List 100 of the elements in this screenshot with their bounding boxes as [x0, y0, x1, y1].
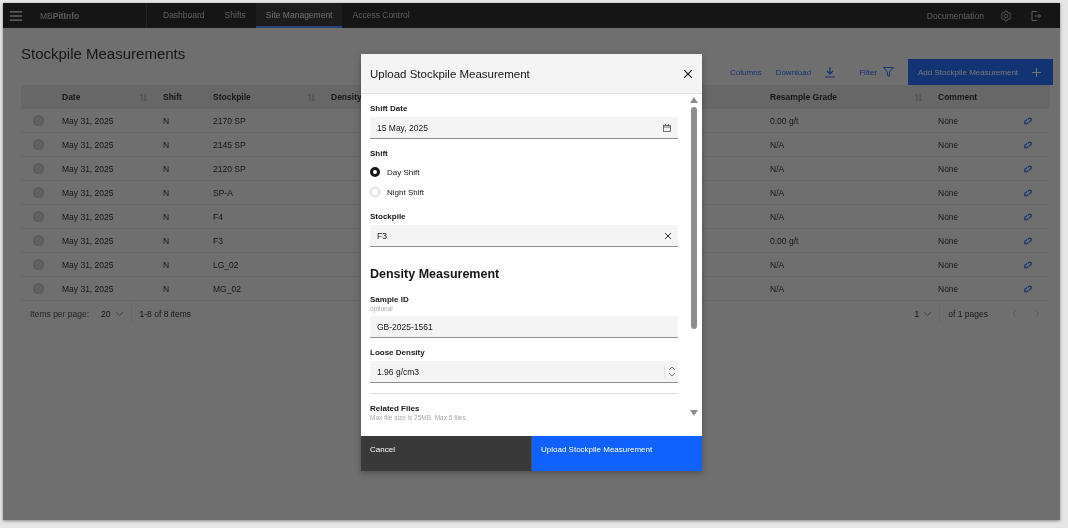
download-icon[interactable]: [825, 66, 836, 78]
close-icon[interactable]: [684, 69, 692, 78]
sort-icon[interactable]: [915, 93, 922, 101]
table-cell: N/A: [770, 139, 785, 150]
row-checkbox[interactable]: [32, 115, 44, 126]
loose-density-input[interactable]: 1.96 g/cm3: [370, 361, 678, 383]
table-cell: N: [163, 115, 170, 126]
sample-id-input[interactable]: GB-2025-1561: [370, 316, 678, 338]
table-cell: N: [163, 259, 170, 270]
link-icon[interactable]: [1022, 283, 1033, 294]
documentation-link[interactable]: Documentation: [926, 10, 984, 21]
row-checkbox[interactable]: [32, 283, 44, 294]
row-checkbox[interactable]: [32, 187, 44, 198]
scrollbar-thumb[interactable]: [691, 107, 697, 329]
table-cell: None: [938, 283, 959, 294]
link-icon[interactable]: [1022, 115, 1033, 126]
link-icon[interactable]: [1022, 139, 1033, 150]
table-cell: 2170 SP: [213, 115, 246, 126]
nav-tab[interactable]: Dashboard: [153, 3, 215, 28]
page-count-text: of 1 pages: [947, 309, 988, 319]
table-cell: SP-A: [213, 187, 233, 198]
clear-icon[interactable]: [665, 232, 671, 239]
column-header[interactable]: Stockpile: [213, 92, 251, 102]
table-cell: N/A: [770, 211, 785, 222]
table-cell: N/A: [770, 283, 785, 294]
table-cell: None: [938, 235, 959, 246]
table-cell: May 31, 2025: [62, 187, 114, 198]
filter-link[interactable]: Filter: [859, 67, 877, 77]
field-label: Shift: [370, 149, 389, 158]
scroll-down-icon[interactable]: [690, 410, 698, 416]
table-cell: N: [163, 283, 170, 294]
table-cell: May 31, 2025: [62, 163, 114, 174]
radio-label[interactable]: Night Shift: [387, 187, 424, 197]
page-size-select[interactable]: 20: [95, 303, 132, 325]
table-cell: F3: [213, 235, 223, 246]
logout-icon[interactable]: [1030, 9, 1042, 22]
plus-icon: [1032, 67, 1041, 77]
cancel-button[interactable]: Cancel: [361, 436, 532, 471]
table-cell: N: [163, 139, 170, 150]
filter-icon[interactable]: [883, 67, 894, 77]
nav-tab[interactable]: Site Management: [255, 3, 343, 28]
page-title: Stockpile Measurements: [21, 45, 187, 64]
decrement-icon[interactable]: [669, 373, 675, 377]
date-field[interactable]: 15 May, 2025: [370, 117, 678, 139]
calendar-icon[interactable]: [663, 123, 671, 132]
chevron-down-icon[interactable]: [115, 312, 123, 316]
table-cell: F4: [213, 211, 223, 222]
table-cell: None: [938, 163, 959, 174]
table-cell: MG_02: [213, 283, 241, 294]
stockpile-combobox[interactable]: F3: [370, 225, 678, 247]
table-cell: N: [163, 187, 170, 198]
column-header[interactable]: Resample Grade: [770, 92, 838, 102]
row-checkbox[interactable]: [32, 211, 44, 222]
table-cell: N: [163, 235, 170, 246]
column-header: Shift: [163, 92, 182, 102]
increment-icon[interactable]: [669, 366, 675, 370]
sort-icon[interactable]: [140, 93, 147, 101]
column-header[interactable]: Date: [62, 92, 81, 102]
table-cell: 0.00 g/t: [770, 115, 799, 126]
table-cell: May 31, 2025: [62, 235, 114, 246]
settings-icon[interactable]: [1000, 9, 1012, 22]
table-cell: None: [938, 139, 959, 150]
table-cell: 2145 SP: [213, 139, 246, 150]
link-icon[interactable]: [1022, 211, 1033, 222]
app-logo-text[interactable]: MBPitInfo: [36, 3, 147, 28]
chevron-down-icon[interactable]: [924, 312, 932, 316]
link-icon[interactable]: [1022, 187, 1033, 198]
radio-label[interactable]: Day Shift: [387, 167, 420, 177]
item-range-text: 1-8 of 8 items: [138, 309, 192, 319]
radio-button[interactable]: [370, 167, 380, 177]
menu-icon[interactable]: [10, 10, 22, 21]
link-icon[interactable]: [1022, 235, 1033, 246]
link-icon[interactable]: [1022, 259, 1033, 270]
download-link[interactable]: Download: [775, 67, 812, 77]
row-checkbox[interactable]: [32, 163, 44, 174]
row-checkbox[interactable]: [32, 235, 44, 246]
items-per-page-label: Items per page:: [30, 309, 90, 319]
field-label: Stockpile: [370, 212, 407, 221]
page-select[interactable]: 1: [908, 303, 941, 325]
table-cell: N/A: [770, 163, 785, 174]
scroll-up-icon[interactable]: [690, 97, 698, 103]
row-checkbox[interactable]: [32, 139, 44, 150]
field-label: Loose Density: [370, 348, 426, 357]
field-label: Shift Date: [370, 104, 409, 113]
table-cell: May 31, 2025: [62, 211, 114, 222]
table-cell: None: [938, 211, 959, 222]
row-checkbox[interactable]: [32, 259, 44, 270]
link-icon[interactable]: [1022, 163, 1033, 174]
table-cell: N/A: [770, 187, 785, 198]
columns-link[interactable]: Columns: [730, 67, 762, 77]
upload-button[interactable]: Upload Stockpile Measurement: [532, 436, 702, 471]
dialog-title: Upload Stockpile Measurement: [370, 67, 530, 80]
table-cell: May 31, 2025: [62, 139, 114, 150]
add-measurement-button[interactable]: Add Stockpile Measurement: [908, 59, 1053, 85]
column-header: Comment: [938, 92, 978, 102]
table-cell: N: [163, 163, 170, 174]
sort-icon[interactable]: [308, 93, 315, 101]
table-cell: None: [938, 187, 959, 198]
table-cell: May 31, 2025: [62, 115, 114, 126]
table-cell: 2120 SP: [213, 163, 246, 174]
